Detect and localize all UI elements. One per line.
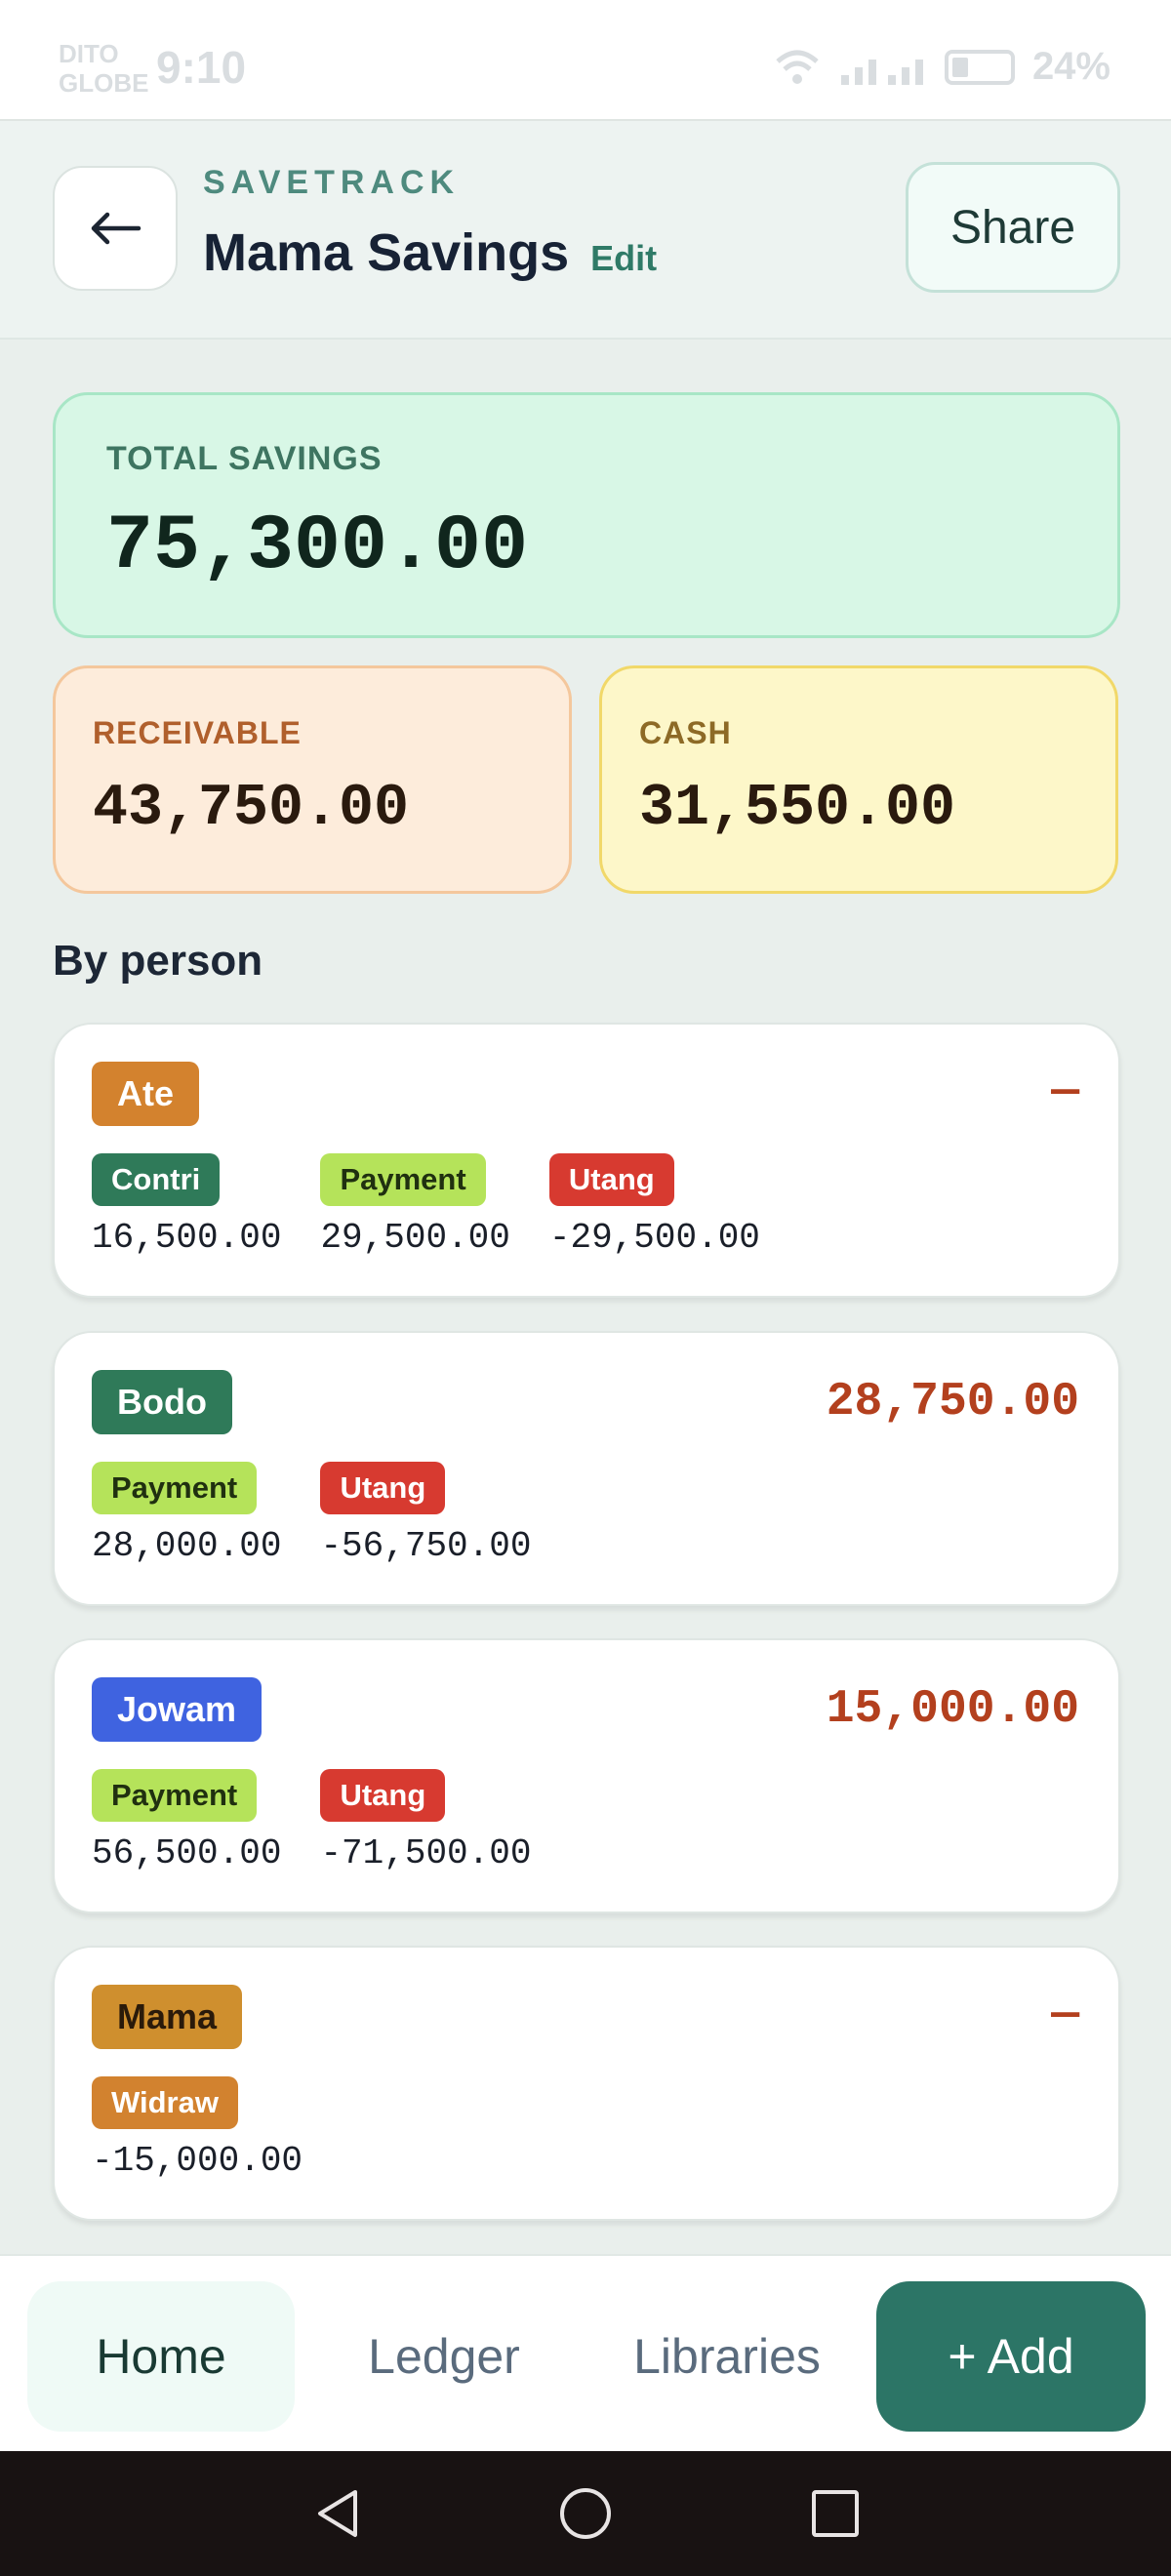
system-nav-bar: [0, 2451, 1171, 2576]
entry-value: -29,500.00: [548, 1218, 760, 1258]
entry-value: -15,000.00: [92, 2141, 303, 2181]
brand-label: SAVETRACK: [203, 164, 461, 201]
status-bar: DITO GLOBE 9:10 24%: [0, 0, 1171, 121]
entry: Payment 56,500.00: [92, 1769, 281, 1873]
entry: Utang -29,500.00: [548, 1153, 760, 1258]
person-card-jowam[interactable]: Jowam 15,000.00 Payment 56,500.00 Utang …: [53, 1638, 1120, 1913]
person-name-chip: Bodo: [92, 1370, 232, 1434]
person-card-bodo[interactable]: Bodo 28,750.00 Payment 28,000.00 Utang -…: [53, 1331, 1120, 1606]
total-savings-card: TOTAL SAVINGS 75,300.00: [53, 392, 1120, 638]
battery-icon: [944, 49, 1015, 85]
total-savings-value: 75,300.00: [106, 503, 529, 591]
entry-type-tag: Payment: [92, 1769, 258, 1822]
entry-type-tag: Utang: [548, 1153, 674, 1206]
entry: Payment 29,500.00: [320, 1153, 510, 1258]
share-button[interactable]: Share: [906, 162, 1120, 293]
person-balance: 28,750.00: [826, 1376, 1079, 1429]
entry-type-tag: Widraw: [92, 2076, 238, 2129]
entry-list: Contri 16,500.00 Payment 29,500.00 Utang…: [92, 1153, 760, 1258]
nav-libraries[interactable]: Libraries: [595, 2281, 859, 2432]
carrier-label: DITO GLOBE: [59, 39, 148, 98]
person-card-mama[interactable]: Mama — Widraw -15,000.00: [53, 1946, 1120, 2221]
entry-value: 56,500.00: [92, 1833, 282, 1873]
person-balance: 15,000.00: [826, 1683, 1079, 1736]
arrow-left-icon: [91, 212, 141, 245]
person-name-chip: Ate: [92, 1062, 200, 1126]
recents-square-icon[interactable]: [808, 2486, 863, 2541]
back-triangle-icon[interactable]: [310, 2486, 365, 2541]
entry-value: -71,500.00: [320, 1833, 532, 1873]
page-title: Mama Savings: [203, 223, 570, 282]
receivable-value: 43,750.00: [93, 776, 410, 842]
cash-value: 31,550.00: [639, 776, 956, 842]
entry-type-tag: Payment: [92, 1462, 258, 1514]
cash-card: CASH 31,550.00: [599, 665, 1118, 894]
home-circle-icon[interactable]: [558, 2486, 613, 2541]
app-header: SAVETRACK Mama Savings Edit Share: [0, 121, 1171, 340]
cash-label: CASH: [639, 715, 732, 750]
entry-value: 28,000.00: [92, 1526, 282, 1566]
entry-type-tag: Utang: [320, 1769, 446, 1822]
nav-ledger[interactable]: Ledger: [322, 2281, 566, 2432]
entry-type-tag: Utang: [320, 1462, 446, 1514]
entry-type-tag: Payment: [320, 1153, 486, 1206]
person-balance: —: [1051, 1989, 1079, 2041]
person-balance: —: [1051, 1066, 1079, 1118]
title-row: Mama Savings Edit: [203, 222, 657, 283]
entry: Widraw -15,000.00: [92, 2076, 303, 2181]
entry-type-tag: Contri: [92, 1153, 221, 1206]
total-savings-label: TOTAL SAVINGS: [106, 440, 383, 477]
receivable-label: RECEIVABLE: [93, 715, 302, 750]
entry-list: Payment 56,500.00 Utang -71,500.00: [92, 1769, 531, 1873]
wifi-icon: [776, 50, 819, 84]
entry: Utang -56,750.00: [320, 1462, 531, 1566]
entry: Utang -71,500.00: [320, 1769, 531, 1873]
person-card-ate[interactable]: Ate — Contri 16,500.00 Payment 29,500.00…: [53, 1023, 1120, 1298]
receivable-card: RECEIVABLE 43,750.00: [53, 665, 572, 894]
entry: Payment 28,000.00: [92, 1462, 281, 1566]
entry-value: 16,500.00: [92, 1218, 282, 1258]
person-name-chip: Mama: [92, 1985, 243, 2049]
status-icons: 24%: [773, 45, 1110, 89]
battery-percent: 24%: [1031, 45, 1110, 88]
section-title: By person: [53, 937, 263, 985]
clock: 9:10: [156, 42, 247, 93]
entry-list: Widraw -15,000.00: [92, 2076, 303, 2181]
back-button[interactable]: [53, 166, 178, 291]
carrier-line-2: GLOBE: [59, 68, 149, 98]
entry-value: 29,500.00: [320, 1218, 510, 1258]
nav-home[interactable]: Home: [27, 2281, 295, 2432]
entry-list: Payment 28,000.00 Utang -56,750.00: [92, 1462, 531, 1566]
entry-value: -56,750.00: [320, 1526, 532, 1566]
add-button[interactable]: + Add: [876, 2281, 1146, 2432]
entry: Contri 16,500.00: [92, 1153, 281, 1258]
signal-icon: [840, 59, 923, 85]
edit-link[interactable]: Edit: [590, 238, 657, 279]
person-name-chip: Jowam: [92, 1677, 262, 1742]
bottom-nav: Home Ledger Libraries + Add: [0, 2254, 1171, 2451]
carrier-line-1: DITO: [59, 39, 119, 68]
